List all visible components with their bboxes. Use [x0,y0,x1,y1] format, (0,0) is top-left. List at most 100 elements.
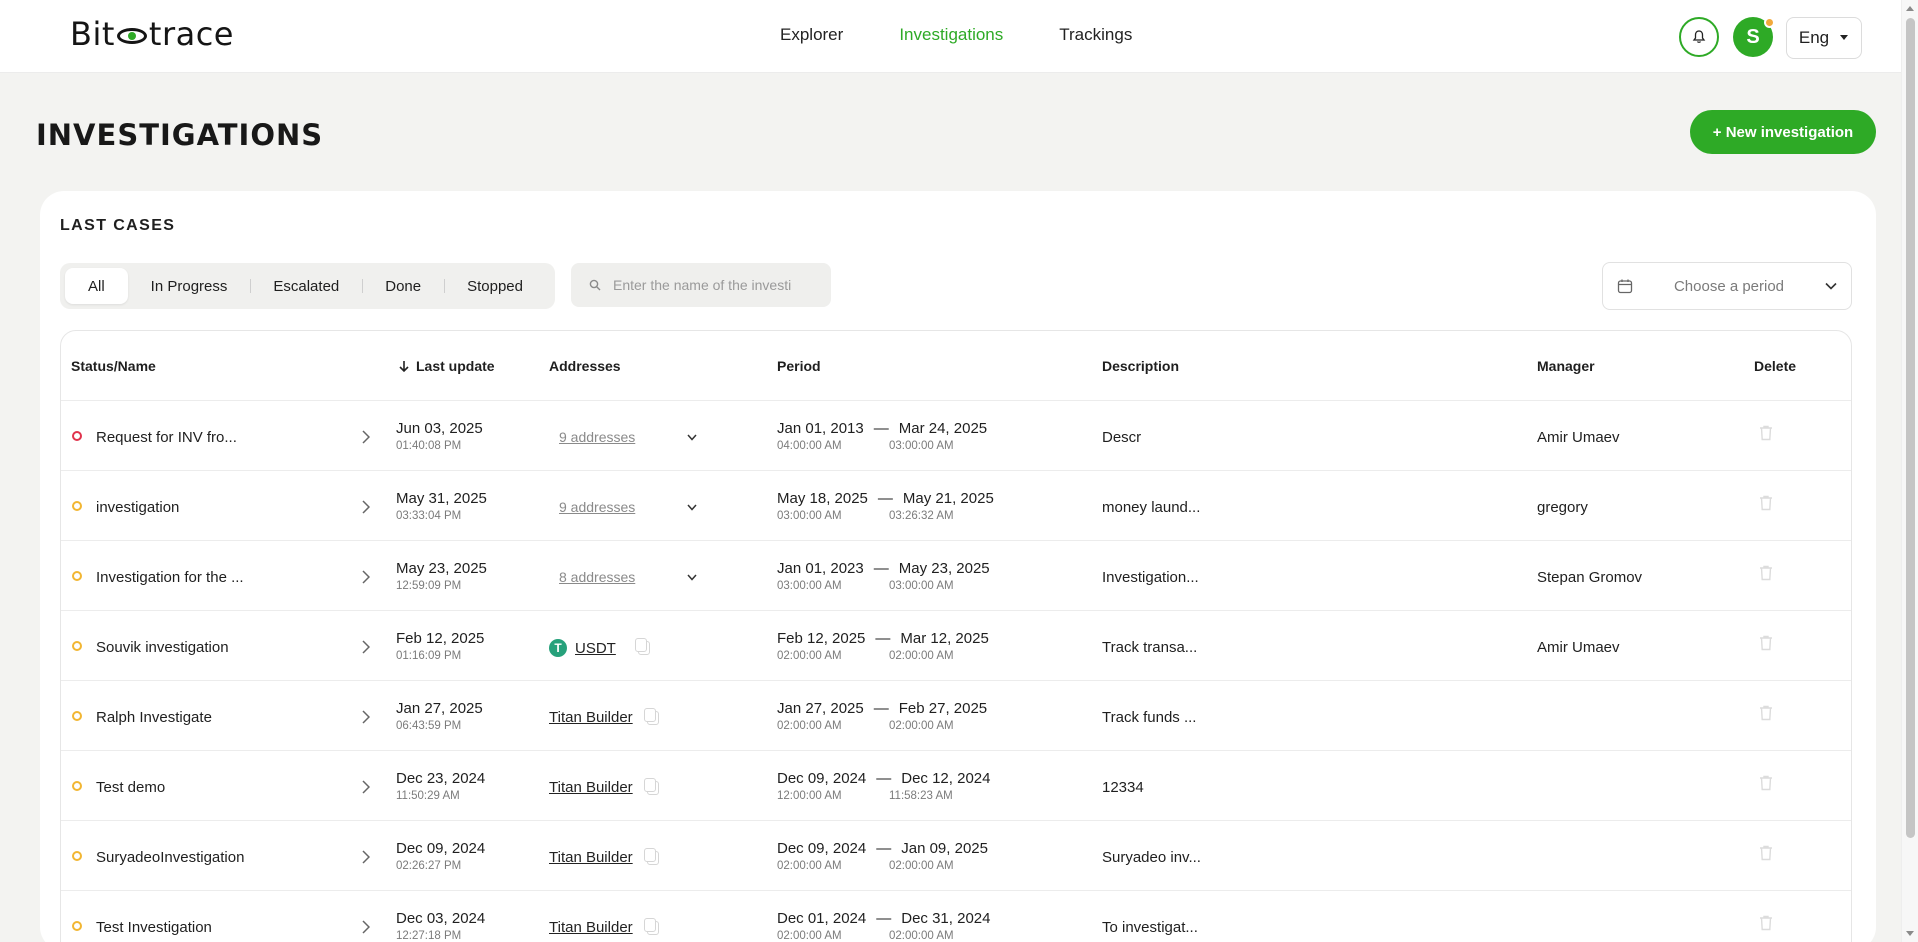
logo[interactable]: Bit trace [70,14,234,54]
trash-icon[interactable] [1759,845,1773,861]
period-from: Jan 01, 2023 [777,560,864,577]
filter-all[interactable]: All [65,268,128,304]
last-cases-card: LAST CASES All In Progress Escalated Don… [40,191,1876,942]
period-to: Dec 31, 2024 [901,910,991,927]
chevron-right-icon[interactable] [362,430,370,444]
trash-icon[interactable] [1759,425,1773,441]
table-row-3[interactable]: Investigation for the ... May 23, 2025 1… [61,541,1851,611]
scroll-thumb[interactable] [1906,18,1915,838]
case-name[interactable]: SuryadeoInvestigation [96,849,244,866]
update-date: Feb 12, 2025 [396,630,485,647]
trash-icon[interactable] [1759,565,1773,581]
nav-trackings[interactable]: Trackings [1059,25,1132,45]
addresses-count-link[interactable]: 9 addresses [559,429,635,445]
time-to: 02:00:00 AM [889,650,954,662]
copy-icon[interactable] [643,917,659,935]
address-link[interactable]: Titan Builder [549,849,633,866]
trash-icon[interactable] [1759,705,1773,721]
copy-icon[interactable] [643,777,659,795]
trash-icon[interactable] [1759,775,1773,791]
scroll-down-icon[interactable] [1906,931,1914,936]
update-time: 11:50:29 AM [396,790,460,802]
table-row-5[interactable]: Ralph Investigate Jan 27, 2025 06:43:59 … [61,681,1851,751]
chevron-right-icon[interactable] [362,850,370,864]
table-row-8[interactable]: Test Investigation Dec 03, 2024 12:27:18… [61,891,1851,942]
case-name[interactable]: Request for INV fro... [96,429,237,446]
period-to: Mar 12, 2025 [900,630,989,647]
period-cell: Jan 27, 2025 — Feb 27, 2025 02:00:00 AM … [777,700,987,732]
top-bar: Bit trace Explorer Investigations Tracki… [0,0,1918,73]
period-to: Jan 09, 2025 [901,840,988,857]
user-avatar[interactable]: S [1733,17,1775,57]
chevron-right-icon[interactable] [362,780,370,794]
address-link[interactable]: Titan Builder [549,709,633,726]
new-investigation-button[interactable]: + New investigation [1690,110,1876,154]
period-cell: Dec 09, 2024 — Dec 12, 2024 12:00:00 AM … [777,770,990,802]
address-link[interactable]: Titan Builder [549,779,633,796]
address-link[interactable]: Titan Builder [549,919,633,936]
update-date: Jan 27, 2025 [396,700,483,717]
col-last-update[interactable]: Last update [398,358,495,374]
case-name[interactable]: Souvik investigation [96,639,229,656]
chevron-right-icon[interactable] [362,500,370,514]
chevron-down-icon[interactable] [687,574,697,581]
chevron-right-icon[interactable] [362,640,370,654]
chevron-down-icon[interactable] [687,434,697,441]
case-name[interactable]: Ralph Investigate [96,709,212,726]
period-picker[interactable]: Choose a period [1602,262,1852,310]
case-name[interactable]: Test demo [96,779,165,796]
copy-icon[interactable] [643,707,659,725]
table-row-7[interactable]: SuryadeoInvestigation Dec 09, 2024 02:26… [61,821,1851,891]
filter-in-progress[interactable]: In Progress [128,268,251,304]
notifications-button[interactable] [1679,17,1719,57]
period-cell: May 18, 2025 — May 21, 2025 03:00:00 AM … [777,490,994,522]
last-update-cell: May 31, 2025 03:33:04 PM [396,490,487,522]
status-dot-icon [72,921,82,931]
table-row-2[interactable]: investigation May 31, 2025 03:33:04 PM 9… [61,471,1851,541]
address-link[interactable]: USDT [575,640,616,657]
search-input[interactable] [613,277,813,293]
table-row-1[interactable]: Request for INV fro... Jun 03, 2025 01:4… [61,401,1851,471]
scroll-up-icon[interactable] [1906,6,1914,11]
chevron-right-icon[interactable] [362,920,370,934]
period-cell: Dec 01, 2024 — Dec 31, 2024 02:00:00 AM … [777,910,990,942]
language-select[interactable]: Eng [1786,17,1862,59]
trash-icon[interactable] [1759,635,1773,651]
time-to: 02:00:00 AM [889,860,954,872]
period-dash: — [876,770,892,787]
trash-icon[interactable] [1759,495,1773,511]
avatar-status-dot [1764,17,1775,28]
case-name[interactable]: Test Investigation [96,919,212,936]
last-update-cell: May 23, 2025 12:59:09 PM [396,560,487,592]
copy-icon[interactable] [634,638,650,655]
page-scrollbar[interactable] [1901,0,1918,942]
update-time: 01:16:09 PM [396,650,462,662]
case-name[interactable]: Investigation for the ... [96,569,244,586]
last-update-cell: Feb 12, 2025 01:16:09 PM [396,630,484,662]
period-from: Dec 09, 2024 [777,840,867,857]
addresses-count-link[interactable]: 8 addresses [559,569,635,585]
nav-explorer[interactable]: Explorer [780,25,843,45]
addresses-count-link[interactable]: 9 addresses [559,499,635,515]
addresses-cell: Titan Builder [549,917,659,936]
chevron-right-icon[interactable] [362,570,370,584]
status-dot-icon [72,851,82,861]
case-name[interactable]: investigation [96,499,179,516]
last-update-cell: Jan 27, 2025 06:43:59 PM [396,700,483,732]
col-period: Period [777,358,821,374]
description-cell: 12334 [1102,779,1144,796]
copy-icon[interactable] [643,847,659,865]
period-from: Feb 12, 2025 [777,630,866,647]
filter-escalated[interactable]: Escalated [250,268,362,304]
status-dot-icon [72,781,82,791]
chevron-down-icon[interactable] [687,504,697,511]
chevron-right-icon[interactable] [362,710,370,724]
trash-icon[interactable] [1759,915,1773,931]
filter-done[interactable]: Done [362,268,444,304]
nav-investigations[interactable]: Investigations [899,25,1003,45]
filter-stopped[interactable]: Stopped [444,268,546,304]
table-row-4[interactable]: Souvik investigation Feb 12, 2025 01:16:… [61,611,1851,681]
chevron-down-icon [1825,282,1837,290]
table-row-6[interactable]: Test demo Dec 23, 2024 11:50:29 AM Titan… [61,751,1851,821]
sort-arrow-down-icon [399,360,409,372]
